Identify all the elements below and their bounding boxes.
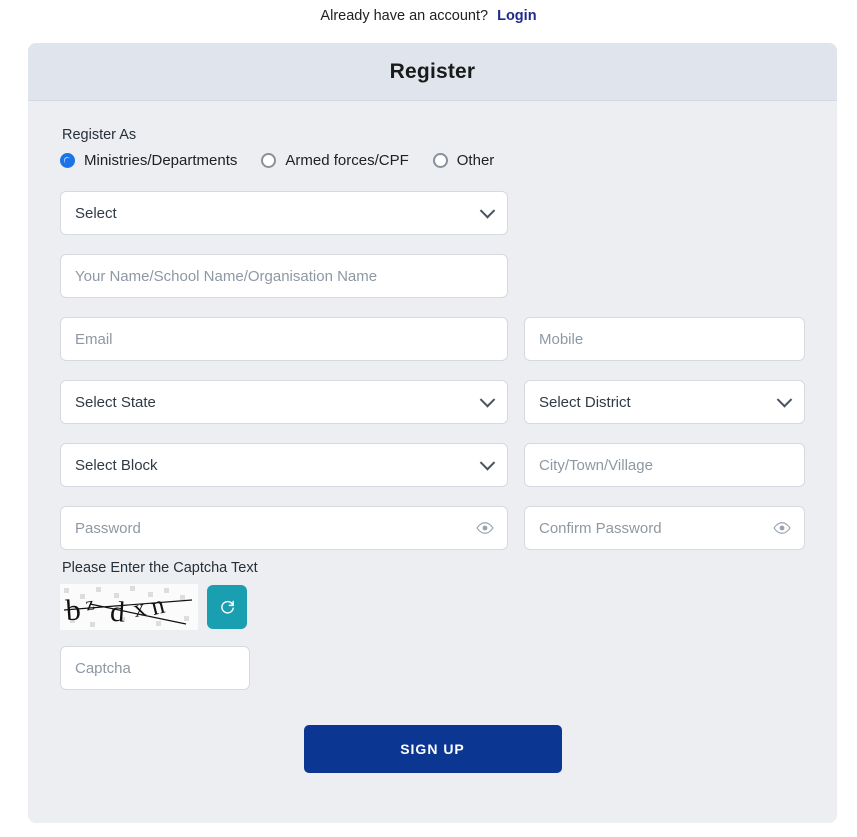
captcha-refresh-button[interactable] (207, 585, 247, 629)
show-confirm-password-icon[interactable] (773, 519, 791, 537)
password-input[interactable]: Password (60, 506, 508, 550)
city-input-placeholder: City/Town/Village (539, 456, 653, 474)
login-prompt-text: Already have an account? (320, 8, 489, 24)
register-as-label: Register As (62, 127, 137, 143)
chevron-down-icon (479, 455, 496, 471)
state-select-value: Select State (75, 393, 156, 411)
chevron-down-icon (479, 203, 496, 219)
radio-label-armed-forces: Armed forces/CPF (285, 152, 409, 169)
captcha-label: Please Enter the Captcha Text (62, 560, 258, 576)
radio-label-ministries: Ministries/Departments (84, 152, 238, 169)
captcha-input[interactable]: Captcha (60, 646, 250, 690)
district-select[interactable]: Select District (524, 380, 805, 424)
page-title: Register (389, 59, 476, 83)
captcha-input-row: Captcha (60, 646, 805, 690)
refresh-icon (220, 600, 234, 614)
login-prompt-bar: Already have an account? Login (0, 0, 857, 32)
block-select-value: Select Block (75, 456, 158, 474)
captcha-row: b z d x n (60, 584, 805, 630)
register-as-radio-group: Ministries/Departments Armed forces/CPF … (60, 152, 805, 169)
radio-label-other: Other (456, 152, 495, 169)
state-district-row: Select State Select District (60, 380, 805, 424)
radio-icon-selected (60, 153, 75, 168)
name-input[interactable]: Your Name/School Name/Organisation Name (60, 254, 508, 298)
chevron-down-icon (776, 392, 793, 408)
city-input[interactable]: City/Town/Village (524, 443, 805, 487)
email-input[interactable]: Email (60, 317, 508, 361)
captcha-image: b z d x n (60, 584, 198, 630)
card-header: Register (28, 43, 837, 101)
category-row: Select (60, 191, 805, 235)
signup-button[interactable]: SIGN UP (303, 725, 562, 773)
contact-row: Email Mobile (60, 317, 805, 361)
state-select[interactable]: Select State (60, 380, 508, 424)
svg-text:d: d (109, 596, 126, 629)
block-city-row: Select Block City/Town/Village (60, 443, 805, 487)
radio-option-ministries[interactable]: Ministries/Departments (60, 152, 237, 169)
show-password-icon[interactable] (476, 519, 494, 537)
confirm-password-input[interactable]: Confirm Password (524, 506, 805, 550)
captcha-input-placeholder: Captcha (75, 659, 131, 677)
district-select-value: Select District (539, 393, 631, 411)
chevron-down-icon (479, 392, 496, 408)
login-link[interactable]: Login (497, 8, 536, 24)
radio-option-other[interactable]: Other (432, 152, 495, 169)
mobile-input[interactable]: Mobile (524, 317, 805, 361)
email-input-placeholder: Email (75, 330, 113, 348)
name-input-placeholder: Your Name/School Name/Organisation Name (75, 267, 378, 285)
block-select[interactable]: Select Block (60, 443, 508, 487)
register-form: Register As Ministries/Departments Armed… (28, 101, 837, 773)
name-row: Your Name/School Name/Organisation Name (60, 254, 805, 298)
radio-option-armed-forces[interactable]: Armed forces/CPF (261, 152, 409, 169)
radio-icon-unselected (432, 153, 448, 168)
register-card: Register Register As Ministries/Departme… (28, 43, 837, 823)
category-select-value: Select (75, 204, 117, 222)
password-row: Password Confirm Password (60, 506, 805, 550)
signup-row: SIGN UP (60, 725, 805, 773)
radio-icon-unselected (261, 153, 277, 168)
confirm-password-input-placeholder: Confirm Password (539, 519, 662, 537)
svg-text:b: b (65, 593, 82, 627)
password-input-placeholder: Password (75, 519, 141, 537)
category-select[interactable]: Select (60, 191, 508, 235)
mobile-input-placeholder: Mobile (539, 330, 584, 348)
